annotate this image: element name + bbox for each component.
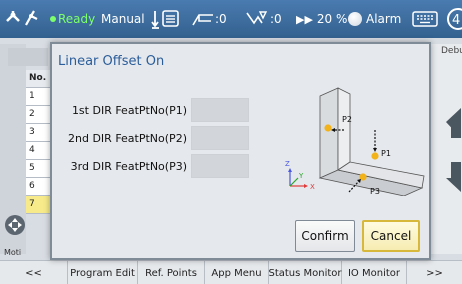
mode-label[interactable]: Manual xyxy=(101,0,145,38)
cancel-button[interactable]: Cancel xyxy=(362,220,420,252)
linear-offset-dialog: Linear Offset On 1st DIR FeatPtNo(P1) 2n… xyxy=(50,42,431,260)
point-p2 xyxy=(324,124,332,132)
motion-button[interactable] xyxy=(4,214,26,239)
label-p2: P2 xyxy=(342,115,352,124)
axis-y-label: Y xyxy=(298,172,304,180)
status-monitor-button[interactable]: Status Monitor xyxy=(268,261,342,284)
feature-points-diagram: P2 P1 P3 Z Y X xyxy=(285,87,425,196)
program-list-icon[interactable] xyxy=(150,0,182,38)
confirm-button[interactable]: Confirm xyxy=(295,220,355,252)
prev-page-button[interactable]: << xyxy=(0,261,68,284)
ready-status: Ready xyxy=(50,0,95,38)
move-arrows-icon xyxy=(5,215,25,235)
bottom-menu: << Program Edit Ref. Points App Menu Sta… xyxy=(0,260,462,284)
field-row-p2: 2nd DIR FeatPtNo(P2) xyxy=(52,126,249,150)
user-icon[interactable]: 4 xyxy=(446,0,462,38)
background-toolbar xyxy=(8,48,48,66)
scroll-up-icon[interactable] xyxy=(445,108,461,138)
axis-x-label: X xyxy=(310,183,315,191)
wall-front xyxy=(319,87,339,179)
svg-text:4: 4 xyxy=(452,13,460,28)
io-monitor-button[interactable]: IO Monitor xyxy=(342,261,407,284)
field-row-p1: 1st DIR FeatPtNo(P1) xyxy=(52,98,249,122)
fast-forward-icon: ▶▶ xyxy=(296,12,313,26)
program-edit-button[interactable]: Program Edit xyxy=(68,261,138,284)
alarm-light-icon xyxy=(348,12,362,26)
status-bar: Ready Manual :0 :0 ▶▶ 20 % Alarm 4 xyxy=(0,0,462,38)
input-p2[interactable] xyxy=(191,126,249,150)
field-label-p3: 3rd DIR FeatPtNo(P3) xyxy=(70,159,187,173)
field-label-p1: 1st DIR FeatPtNo(P1) xyxy=(71,103,187,117)
input-p1[interactable] xyxy=(191,98,249,122)
dialog-title: Linear Offset On xyxy=(58,54,165,69)
ready-indicator-icon xyxy=(50,16,56,22)
app-menu-button[interactable]: App Menu xyxy=(205,261,269,284)
axis-z-label: Z xyxy=(285,160,290,168)
weaving-icon xyxy=(192,14,213,26)
debug-tab[interactable]: Debu xyxy=(441,46,462,56)
field-label-p2: 2nd DIR FeatPtNo(P2) xyxy=(68,131,187,145)
label-p3: P3 xyxy=(370,187,380,196)
input-p3[interactable] xyxy=(191,154,249,178)
motion-label: Moti xyxy=(4,248,22,257)
point-p1 xyxy=(371,152,379,160)
wall-side xyxy=(337,87,351,171)
robot-arm-icon[interactable] xyxy=(4,0,42,38)
alarm-status[interactable]: Alarm xyxy=(348,0,401,38)
ref-points-button[interactable]: Ref. Points xyxy=(138,261,205,284)
scroll-down-icon[interactable] xyxy=(445,162,461,192)
sensing-count[interactable]: :0 xyxy=(244,0,282,38)
weaving-count[interactable]: :0 xyxy=(191,0,227,38)
next-page-button[interactable]: >> xyxy=(407,261,462,284)
field-row-p3: 3rd DIR FeatPtNo(P3) xyxy=(52,154,249,178)
keyboard-icon[interactable] xyxy=(412,0,438,38)
label-p1: P1 xyxy=(381,149,391,158)
speed-override[interactable]: ▶▶ 20 % xyxy=(296,0,347,38)
right-side-panel xyxy=(428,44,462,254)
sensing-icon xyxy=(246,11,268,25)
